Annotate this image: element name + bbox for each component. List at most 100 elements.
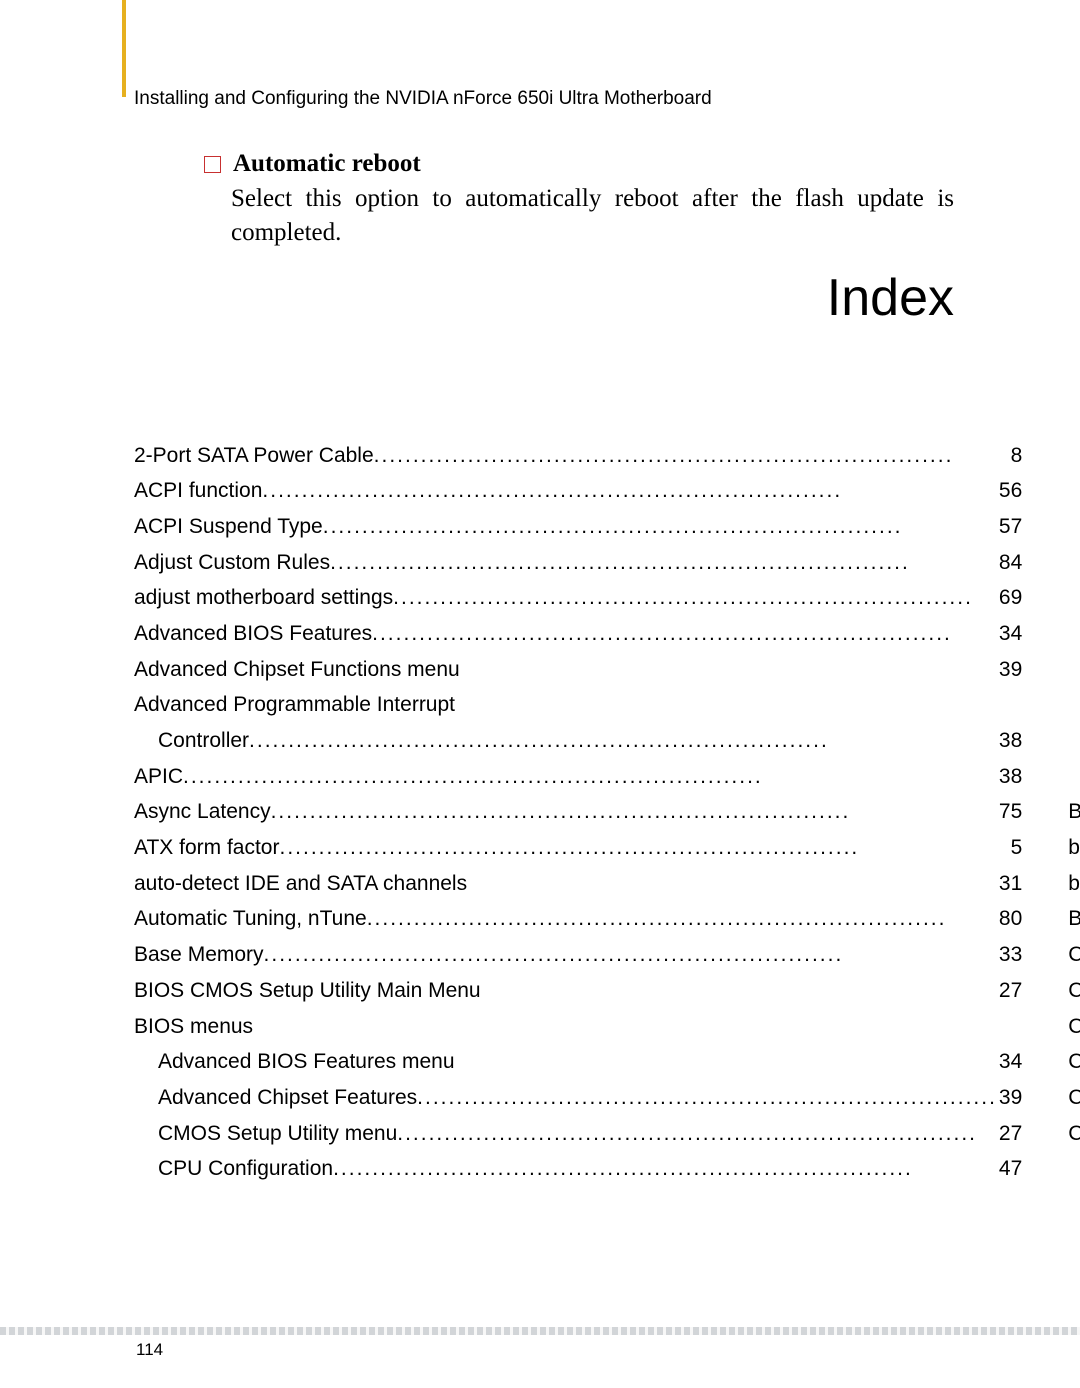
index-term: Adjust Custom Rules [134, 545, 330, 581]
index-page: 27 [997, 973, 1022, 1009]
leader-dots [481, 973, 997, 1009]
index-entry: Advanced Programmable Interrupt [134, 687, 1022, 723]
index-term: BIOS CMOS Setup Utility Main Menu [134, 973, 481, 1009]
index-columns: 2-Port SATA Power Cable8ACPI function56A… [134, 438, 954, 1187]
index-term: Advanced Programmable Interrupt [134, 687, 455, 723]
index-entry: Advanced BIOS Features menu 34 [134, 1044, 1022, 1080]
index-entry: block mode, IDE HDD55 [1068, 830, 1080, 866]
leader-dots [393, 580, 997, 616]
index-page: 38 [997, 759, 1022, 795]
index-term: boot device priority [1068, 866, 1080, 902]
index-entry: Async Latency 75 [134, 794, 1022, 830]
index-entry: Power Management Setup56 [1068, 616, 1080, 652]
index-term: Boot-up settings [1068, 901, 1080, 937]
index-page: 56 [997, 473, 1022, 509]
leader-dots [372, 616, 997, 652]
index-entry: Main Menu26 [1068, 509, 1080, 545]
bullet-body: Select this option to automatically rebo… [231, 182, 954, 250]
leader-dots [249, 723, 997, 759]
bullet-title: Automatic reboot [233, 150, 421, 177]
header-accent-bar [122, 0, 126, 97]
index-page: 8 [1009, 438, 1023, 474]
index-entry: Advanced Chipset Features 39 [134, 1080, 1022, 1116]
leader-dots [262, 473, 997, 509]
index-page: 75 [997, 794, 1022, 830]
leader-dots [455, 687, 1022, 723]
index-term: ATX form factor [134, 830, 279, 866]
index-page: 31 [997, 866, 1022, 902]
index-term: Advanced BIOS Features [134, 616, 372, 652]
index-term: block mode, IDE HDD [1068, 830, 1080, 866]
index-entry: Boot-up settings79 [1068, 901, 1080, 937]
leader-dots [397, 1116, 997, 1152]
running-header: Installing and Configuring the NVIDIA nF… [134, 88, 712, 110]
index-page: 33 [997, 937, 1022, 973]
index-entry: ACPI Suspend Type57 [134, 509, 1022, 545]
index-entry: BIOS, configuring25 [1068, 794, 1080, 830]
index-entry: auto-detect IDE and SATA channels 31 [134, 866, 1022, 902]
index-entry: 2-Port SATA Power Cable 8 [134, 438, 1022, 474]
bullet-section: Automatic reboot Select this option to a… [134, 150, 954, 250]
index-term: Async Latency [134, 794, 271, 830]
index-entry: BIOS menus [134, 1009, 1022, 1045]
index-entry: Standard CMOS Features29 [1068, 652, 1080, 688]
page-number: 114 [136, 1340, 163, 1360]
index-page: 39 [997, 652, 1022, 688]
index-entry: FSB & Memory Config43 [1068, 438, 1080, 474]
index-entry: PnP/PCI Configuration59 [1068, 580, 1080, 616]
index-entry: CMOS Setup Utility menu 27 [134, 1116, 1022, 1152]
leader-dots [374, 438, 1009, 474]
index-entry: Chassis Backpanel Connectors10 [1068, 1009, 1080, 1045]
index-term: Automatic Tuning, nTune [134, 901, 367, 937]
index-left-column: 2-Port SATA Power Cable8ACPI function56A… [134, 438, 1022, 1187]
index-term: Controller [158, 723, 249, 759]
index-term: auto-detect IDE and SATA channels [134, 866, 467, 902]
index-term: Advanced Chipset Functions menu [134, 652, 460, 688]
index-entry: System Clocks40 [1068, 687, 1080, 723]
bullet-line: Automatic reboot [204, 150, 954, 178]
index-term: CPU Configuration [158, 1151, 333, 1187]
index-term: APIC [134, 759, 183, 795]
leader-dots [264, 937, 997, 973]
square-bullet-icon [204, 156, 221, 173]
index-term: Chassis Backpanel Connectors [1068, 1009, 1080, 1045]
index-entry: System Monitor menu62 [1068, 723, 1080, 759]
leader-dots [367, 901, 997, 937]
index-entry: Base Memory 33 [134, 937, 1022, 973]
index-entry: adjust motherboard settings 69 [134, 580, 1022, 616]
index-term: CMOS RAM jumper [1068, 1116, 1080, 1152]
index-page: 34 [997, 1044, 1022, 1080]
index-entry: System Voltages48 [1068, 759, 1080, 795]
index-entry: Advanced Chipset Functions menu 39 [134, 652, 1022, 688]
index-entry: Clock Drive Strength75 [1068, 1080, 1080, 1116]
index-page: 34 [997, 616, 1022, 652]
index-term: Advanced BIOS Features menu [158, 1044, 455, 1080]
index-term: 2-Port SATA Power Cable [134, 438, 374, 474]
index-term: Base Memory [134, 937, 264, 973]
index-entry: boot device priority37 [1068, 866, 1080, 902]
index-term: ACPI function [134, 473, 262, 509]
index-page: 47 [997, 1151, 1022, 1187]
leader-dots [417, 1080, 997, 1116]
index-term: CMOS Setup Utility menu [158, 1116, 397, 1152]
index-page: 69 [997, 580, 1022, 616]
index-entry: CPU Configuration 47 [134, 1151, 1022, 1187]
leader-dots [467, 866, 997, 902]
index-term: Advanced Chipset Features [158, 1080, 417, 1116]
leader-dots [183, 759, 997, 795]
page-content: Automatic reboot Select this option to a… [134, 150, 954, 1187]
index-page: 39 [997, 1080, 1022, 1116]
index-term: Clock Drive Strength [1068, 1080, 1080, 1116]
index-entry: Integrated Peripherals52 [1068, 473, 1080, 509]
index-page: 38 [997, 723, 1022, 759]
index-entry: CAS Latency74 [1068, 973, 1080, 1009]
index-page: 27 [997, 1116, 1022, 1152]
index-page: 84 [997, 545, 1022, 581]
index-term: CAS Latency [1068, 973, 1080, 1009]
leader-dots [330, 545, 997, 581]
index-term: adjust motherboard settings [134, 580, 393, 616]
index-entry: Controller 38 [134, 723, 1022, 759]
index-term: BIOS menus [134, 1009, 253, 1045]
leader-dots [279, 830, 1008, 866]
index-entry: C1E Enhanced Halt State48 [1068, 937, 1080, 973]
